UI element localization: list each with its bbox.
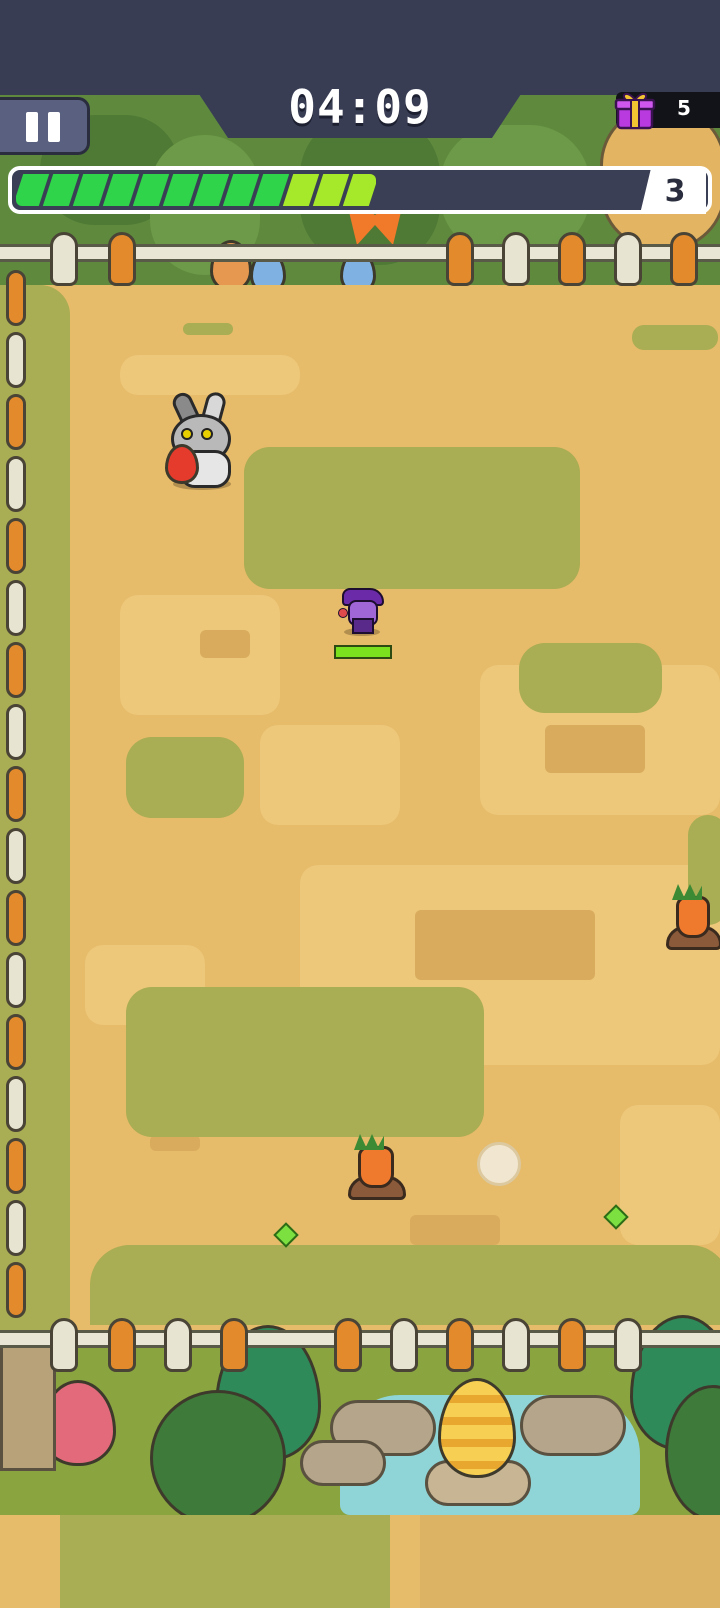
player-health-bar (334, 645, 392, 659)
top-fence (0, 232, 720, 286)
xp-progress-fill (16, 174, 376, 206)
player-character (338, 588, 384, 638)
game-stage[interactable]: 04:09 5 3 (0, 0, 720, 1608)
bunny-enemy (165, 389, 237, 492)
level-number: 3 (664, 174, 686, 209)
pause-button[interactable] (0, 97, 90, 155)
bottom-fence (0, 1318, 720, 1372)
xp-segment (342, 174, 376, 206)
carrot-pickup (344, 1134, 406, 1200)
xp-progress-bar (8, 166, 712, 214)
gift-icon[interactable] (614, 88, 656, 130)
pause-icon-bar (48, 112, 60, 142)
lower-field (0, 1515, 720, 1608)
gift-count-label: 5 (677, 96, 691, 120)
carrot-pickup (660, 884, 720, 950)
match-timer: 04:09 (288, 80, 432, 134)
pause-icon (26, 112, 38, 142)
orb-pickup (477, 1142, 521, 1186)
